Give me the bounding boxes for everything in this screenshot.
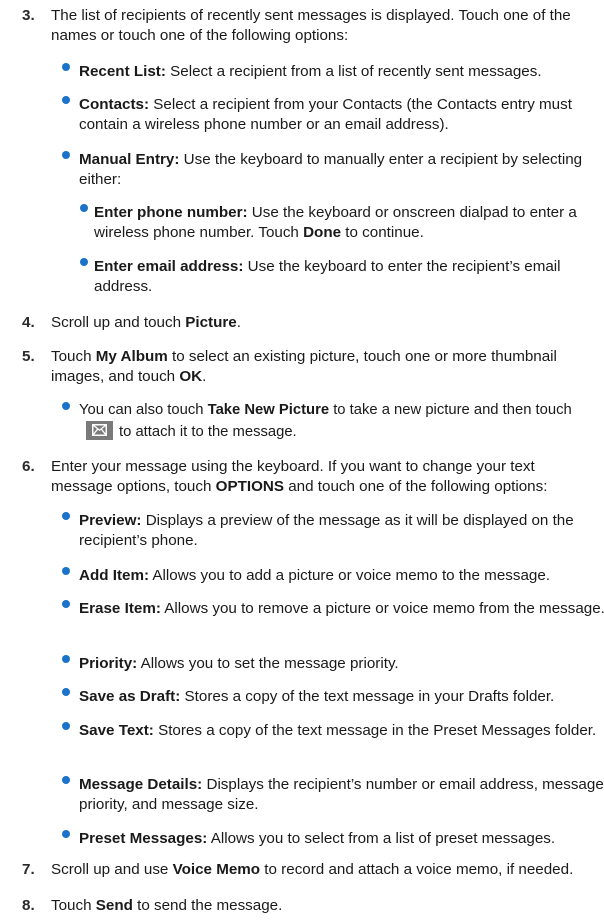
bullet-icon (62, 722, 70, 730)
bullet-label: Preview: (79, 512, 142, 529)
bullet-icon (80, 204, 88, 212)
step-4: 4. Scroll up and touch Picture. (22, 313, 592, 333)
step-7: 7. Scroll up and use Voice Memo to recor… (22, 860, 592, 880)
list-item-manual-entry: Manual Entry: Use the keyboard to manual… (62, 150, 604, 189)
bullet-text: Allows you to set the message priority. (137, 655, 399, 672)
step-bold: Voice Memo (172, 861, 261, 878)
bullet-icon (62, 567, 70, 575)
list-item-enter-email-address: Enter email address: Use the keyboard to… (80, 257, 604, 296)
list-item-preview: Preview: Displays a preview of the messa… (62, 511, 604, 550)
step-text: Touch (51, 348, 96, 365)
list-item-recent-list: Recent List: Select a recipient from a l… (62, 62, 604, 82)
step-text-end: . (202, 367, 207, 385)
step-6: 6. Enter your message using the keyboard… (22, 457, 592, 496)
list-item-take-new-picture: You can also touch Take New Picture to t… (62, 401, 604, 442)
step-text-end: . (236, 314, 241, 331)
list-item-priority: Priority: Allows you to set the message … (62, 654, 604, 674)
bullet-label: Save Text: (79, 722, 154, 739)
bullet-label: Preset Messages: (79, 830, 208, 847)
note-text: You can also touch (79, 402, 208, 418)
step-bold-2: OK (179, 367, 203, 385)
step-text-end: to record and attach a voice memo, if ne… (260, 861, 574, 878)
bullet-icon (62, 776, 70, 784)
bullet-icon (62, 63, 70, 71)
list-item-save-as-draft: Save as Draft: Stores a copy of the text… (62, 687, 604, 707)
step-number: 4. (22, 314, 35, 331)
step-text-start: Touch (51, 897, 96, 914)
bullet-text: Stores a copy of the text message in the… (153, 722, 597, 739)
bullet-icon (62, 688, 70, 696)
step-text: Touch Send to send the message. (51, 896, 592, 916)
list-item-erase-item: Erase Item: Allows you to remove a pictu… (62, 599, 604, 619)
bullet-text: Displays a preview of the message as it … (79, 512, 574, 549)
bullet-text: Allows you to add a picture or voice mem… (149, 567, 551, 584)
step-bold: Send (95, 897, 133, 914)
bullet-label: Add Item: (79, 567, 150, 584)
envelope-icon (86, 420, 113, 440)
bullet-text: Allows you to remove a picture or voice … (160, 600, 604, 617)
list-item-message-details: Message Details: Displays the recipient’… (62, 775, 604, 814)
step-text-end: to send the message. (132, 897, 283, 914)
step-number: 5. (22, 348, 35, 365)
step-8: 8. Touch Send to send the message. (22, 896, 592, 916)
note-text-mid: to take a new picture and then touch (329, 402, 572, 418)
bullet-bold: Done (303, 223, 342, 241)
list-item-save-text: Save Text: Stores a copy of the text mes… (62, 721, 604, 741)
bullet-label: Message Details: (79, 776, 203, 793)
step-number: 8. (22, 897, 35, 914)
note-bold: Take New Picture (207, 402, 330, 418)
bullet-icon (62, 830, 70, 838)
bullet-label: Priority: (79, 655, 138, 672)
bullet-text: Select a recipient from your Contacts (t… (79, 96, 572, 133)
bullet-icon (62, 512, 70, 520)
step-bold: Picture (185, 314, 237, 331)
list-item-add-item: Add Item: Allows you to add a picture or… (62, 566, 604, 586)
bullet-label: Recent List: (79, 63, 166, 80)
bullet-label: Manual Entry: (79, 151, 180, 168)
bullet-icon (62, 96, 70, 104)
bullet-icon (80, 258, 88, 266)
note-text-end: to attach it to the message. (119, 423, 297, 440)
bullet-label: Contacts: (79, 96, 150, 113)
bullet-label: Erase Item: (79, 600, 161, 617)
bullet-icon (62, 655, 70, 663)
bullet-label: Enter email address: (94, 258, 244, 275)
step-number: 6. (22, 458, 35, 475)
bullet-icon (62, 402, 70, 410)
step-text: Scroll up and touch (51, 314, 186, 331)
list-item-contacts: Contacts: Select a recipient from your C… (62, 95, 604, 134)
step-number: 3. (22, 7, 35, 24)
step-text: Scroll up and use (51, 861, 173, 878)
bullet-label: Save as Draft: (79, 688, 181, 705)
bullet-text: Stores a copy of the text message in you… (180, 688, 555, 705)
manual-page: 3. The list of recipients of recently se… (0, 0, 604, 923)
step-text: The list of recipients of recently sent … (51, 7, 571, 44)
bullet-text: Allows you to select from a list of pres… (207, 830, 556, 847)
list-item-enter-phone-number: Enter phone number: Use the keyboard or … (80, 203, 604, 242)
step-number: 7. (22, 861, 35, 878)
step-5: 5. Touch My Album to select an existing … (22, 347, 592, 386)
bullet-icon (62, 600, 70, 608)
bullet-text: Select a recipient from a list of recent… (165, 63, 542, 80)
list-item-preset-messages: Preset Messages: Allows you to select fr… (62, 829, 604, 849)
step-bold: OPTIONS (215, 477, 284, 495)
step-bold: My Album (95, 348, 168, 365)
bullet-icon (62, 151, 70, 159)
bullet-label: Enter phone number: (94, 204, 248, 221)
step-text-end: and touch one of the following options: (284, 477, 548, 495)
step-3: 3. The list of recipients of recently se… (22, 6, 592, 45)
bullet-text-end: to continue. (341, 223, 424, 241)
